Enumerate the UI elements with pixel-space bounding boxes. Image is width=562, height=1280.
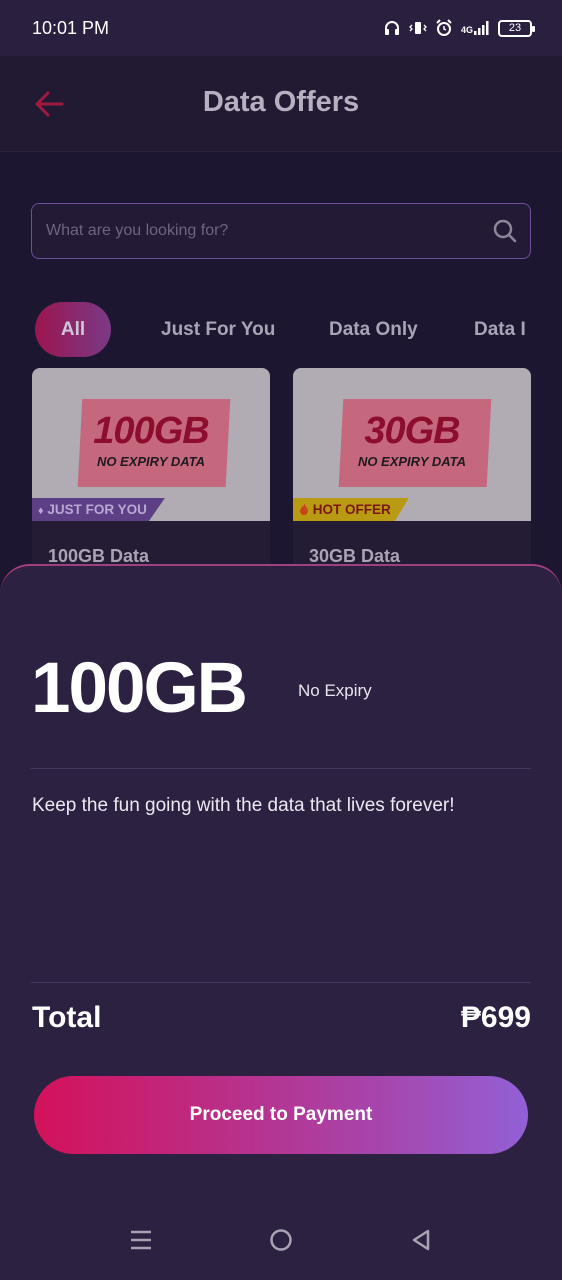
search-icon[interactable] [492, 218, 518, 244]
sheet-validity: No Expiry [298, 681, 372, 700]
menu-icon[interactable] [129, 1228, 153, 1252]
headphones-icon [384, 21, 399, 35]
offer-banner-subtitle: NO EXPIRY DATA [357, 454, 467, 469]
signal-icon [474, 21, 489, 35]
total-amount: ₱699 [460, 1001, 531, 1034]
category-tabs: All Just For You Data Only Data I [0, 302, 562, 358]
proceed-to-payment-button[interactable]: Proceed to Payment [34, 1076, 528, 1154]
status-bar: 10:01 PM 4G 23 [0, 0, 562, 56]
vibrate-icon [409, 22, 427, 34]
offer-detail-sheet: 100GB No Expiry Keep the fun going with … [0, 564, 562, 1280]
network-label: 4G [460, 25, 473, 35]
sheet-description: Keep the fun going with the data that li… [32, 795, 455, 816]
battery-icon: 23 [498, 19, 535, 37]
network-type: 4G [461, 21, 490, 35]
offer-card-image: 30GB NO EXPIRY DATA HOT OFFER [293, 368, 531, 521]
offer-banner-size: 30GB [364, 410, 460, 452]
tab-all[interactable]: All [35, 302, 111, 357]
app-header: Data Offers [0, 56, 562, 152]
offer-card[interactable]: 100GB NO EXPIRY DATA ♦ JUST FOR YOU 100G… [32, 368, 270, 568]
alarm-icon [436, 19, 452, 36]
divider [31, 768, 531, 769]
search-input[interactable] [46, 204, 466, 257]
offer-card[interactable]: 30GB NO EXPIRY DATA HOT OFFER 30GB Data [293, 368, 531, 568]
sheet-data-size: 100GB [31, 649, 248, 728]
home-icon[interactable] [269, 1228, 293, 1252]
search-box[interactable] [31, 203, 531, 259]
total-label: Total [32, 1001, 102, 1034]
offer-tag-label: HOT OFFER [312, 502, 391, 517]
offer-banner-subtitle: NO EXPIRY DATA [96, 454, 206, 469]
system-nav-bar [0, 1210, 562, 1280]
page-title: Data Offers [202, 86, 360, 118]
fire-icon [300, 503, 308, 515]
offer-tag: ♦ JUST FOR YOU [32, 498, 165, 521]
tab-just-for-you[interactable]: Just For You [161, 302, 275, 357]
offer-tag-label: JUST FOR YOU [47, 502, 147, 517]
diamond-icon: ♦ [38, 505, 44, 517]
tab-data-partial[interactable]: Data I [474, 302, 526, 357]
tab-data-only[interactable]: Data Only [329, 302, 418, 357]
offer-tag: HOT OFFER [293, 498, 409, 521]
offer-banner-size: 100GB [93, 410, 209, 452]
status-icons: 4G 23 [383, 19, 535, 37]
offer-card-image: 100GB NO EXPIRY DATA ♦ JUST FOR YOU [32, 368, 270, 521]
status-time: 10:01 PM [32, 17, 110, 38]
divider [31, 982, 531, 983]
back-icon[interactable] [409, 1228, 433, 1252]
